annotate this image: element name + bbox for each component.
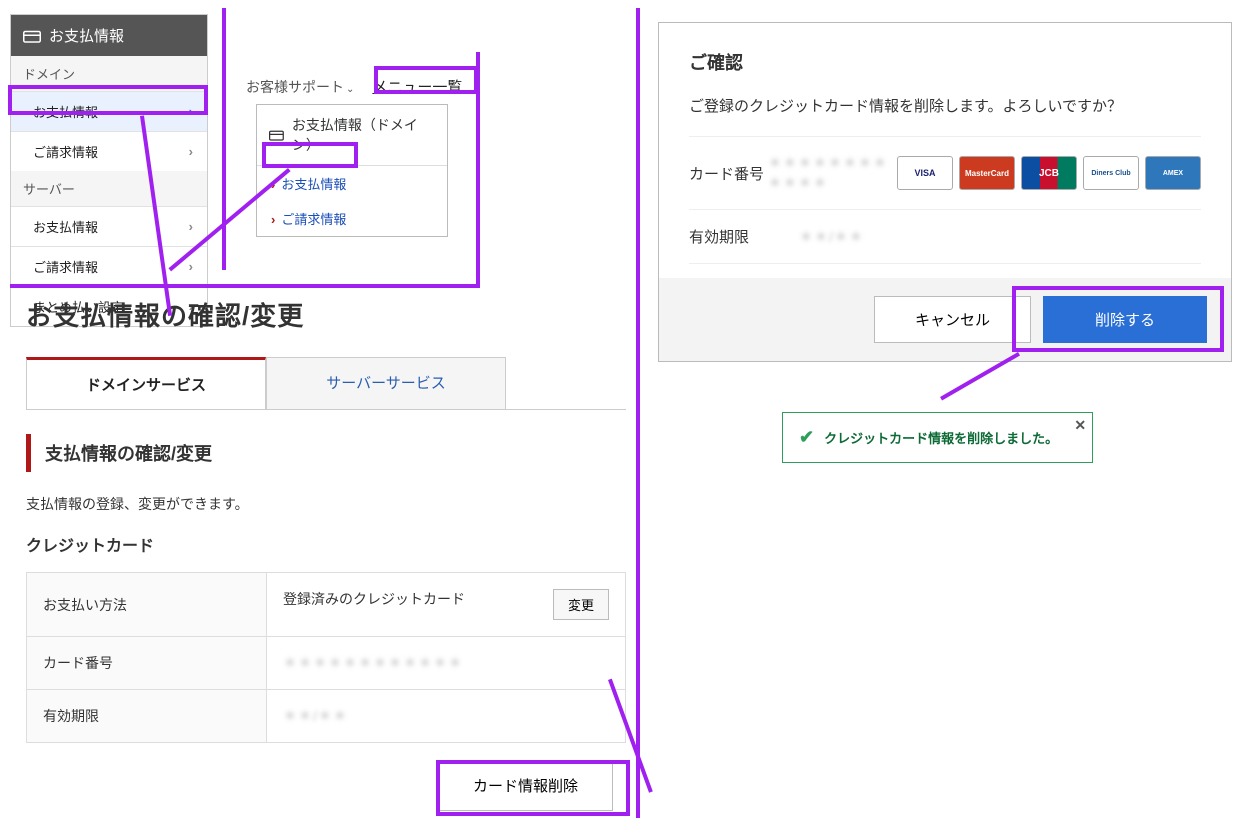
sidebar-group-domain: ドメイン <box>11 56 207 91</box>
sidebar-item-label: ご請求情報 <box>33 142 98 161</box>
success-toast: ✔ クレジットカード情報を削除しました。 ✕ <box>782 412 1093 463</box>
tab-domain-service[interactable]: ドメインサービス <box>26 357 266 409</box>
popover-header: お支払情報（ドメイン） <box>257 105 447 166</box>
toast-text: クレジットカード情報を削除しました。 <box>824 428 1058 447</box>
chevron-right-icon: › <box>189 219 193 234</box>
diners-icon: Diners Club <box>1083 156 1139 190</box>
visa-icon: VISA <box>897 156 953 190</box>
section-title: 支払情報の確認/変更 <box>26 434 626 472</box>
mastercard-icon: MasterCard <box>959 156 1015 190</box>
jcb-icon: JCB <box>1021 156 1077 190</box>
sidebar-header: お支払情報 <box>11 15 207 56</box>
sidebar-item-domain-payment[interactable]: お支払情報 › <box>11 91 207 131</box>
sidebar-item-server-payment[interactable]: お支払情報 › <box>11 206 207 246</box>
caret-down-icon: ⌄ <box>346 84 354 95</box>
sidebar-item-label: ご請求情報 <box>33 257 98 276</box>
payment-method-label: お支払い方法 <box>27 573 267 637</box>
delete-card-button-wrap: カード情報削除 <box>438 760 613 811</box>
modal-expiry-label: 有効期限 <box>689 226 799 247</box>
sidebar-item-label: お支払情報 <box>33 102 98 121</box>
modal-footer: キャンセル 削除する <box>659 278 1231 361</box>
popover-item-billing[interactable]: ご請求情報 <box>257 201 447 236</box>
modal-cardno-value: ＊＊＊＊＊＊＊＊＊＊＊＊ <box>768 153 897 193</box>
sidebar-title: お支払情報 <box>49 25 124 46</box>
close-icon[interactable]: ✕ <box>1074 417 1086 434</box>
expiry-value: ＊＊/＊＊ <box>267 690 626 743</box>
page-title: お支払情報の確認/変更 <box>26 296 626 333</box>
modal-title: ご確認 <box>689 49 1201 75</box>
confirm-delete-modal: ご確認 ご登録のクレジットカード情報を削除します。よろしいですか？ カード番号 … <box>658 22 1232 362</box>
modal-message: ご登録のクレジットカード情報を削除します。よろしいですか？ <box>689 95 1201 116</box>
sidebar-item-server-billing[interactable]: ご請求情報 › <box>11 246 207 286</box>
change-button[interactable]: 変更 <box>553 589 609 620</box>
popover-item-payment[interactable]: お支払情報 <box>257 166 447 201</box>
tabs: ドメインサービス サーバーサービス <box>26 357 626 410</box>
tab-server-service[interactable]: サーバーサービス <box>266 357 506 409</box>
top-menu: お客様サポート⌄ メニュー一覧 <box>246 76 462 99</box>
amex-icon: AMEX <box>1145 156 1201 190</box>
card-info-table: お支払い方法 登録済みのクレジットカード 変更 カード番号 ＊＊＊＊＊＊＊＊＊＊… <box>26 572 626 743</box>
confirm-delete-button[interactable]: 削除する <box>1043 296 1207 343</box>
card-number-value: ＊＊＊＊＊＊＊＊＊＊＊＊ <box>267 637 626 690</box>
card-number-label: カード番号 <box>27 637 267 690</box>
support-dropdown[interactable]: お客様サポート⌄ <box>246 77 354 97</box>
delete-card-button[interactable]: カード情報削除 <box>438 760 613 811</box>
sidebar-item-label: お支払情報 <box>33 217 98 236</box>
chevron-right-icon: › <box>189 144 193 159</box>
main-content: お支払情報の確認/変更 ドメインサービス サーバーサービス 支払情報の確認/変更… <box>26 296 626 743</box>
payment-method-value-cell: 登録済みのクレジットカード 変更 <box>267 573 626 637</box>
expiry-label: 有効期限 <box>27 690 267 743</box>
modal-expiry-value: ＊＊/＊＊ <box>799 227 864 247</box>
chevron-right-icon: › <box>189 104 193 119</box>
sidebar: お支払情報 ドメイン お支払情報 › ご請求情報 › サーバー お支払情報 › … <box>10 14 208 327</box>
chevron-right-icon: › <box>189 259 193 274</box>
payment-submenu-popover: お支払情報（ドメイン） お支払情報 ご請求情報 <box>256 104 448 237</box>
sidebar-group-server: サーバー <box>11 171 207 206</box>
card-brand-icons: VISA MasterCard JCB Diners Club AMEX <box>897 156 1201 190</box>
menu-list-link[interactable]: メニュー一覧 <box>372 76 462 99</box>
subsection-title: クレジットカード <box>26 532 626 556</box>
section-note: 支払情報の登録、変更ができます。 <box>26 494 626 514</box>
card-icon <box>23 29 41 43</box>
card-icon <box>269 129 284 141</box>
sidebar-item-domain-billing[interactable]: ご請求情報 › <box>11 131 207 171</box>
cancel-button[interactable]: キャンセル <box>874 296 1031 343</box>
modal-cardno-label: カード番号 <box>689 163 768 184</box>
modal-row-card-number: カード番号 ＊＊＊＊＊＊＊＊＊＊＊＊ VISA MasterCard JCB D… <box>689 136 1201 209</box>
modal-row-expiry: 有効期限 ＊＊/＊＊ <box>689 209 1201 264</box>
check-icon: ✔ <box>799 427 814 448</box>
